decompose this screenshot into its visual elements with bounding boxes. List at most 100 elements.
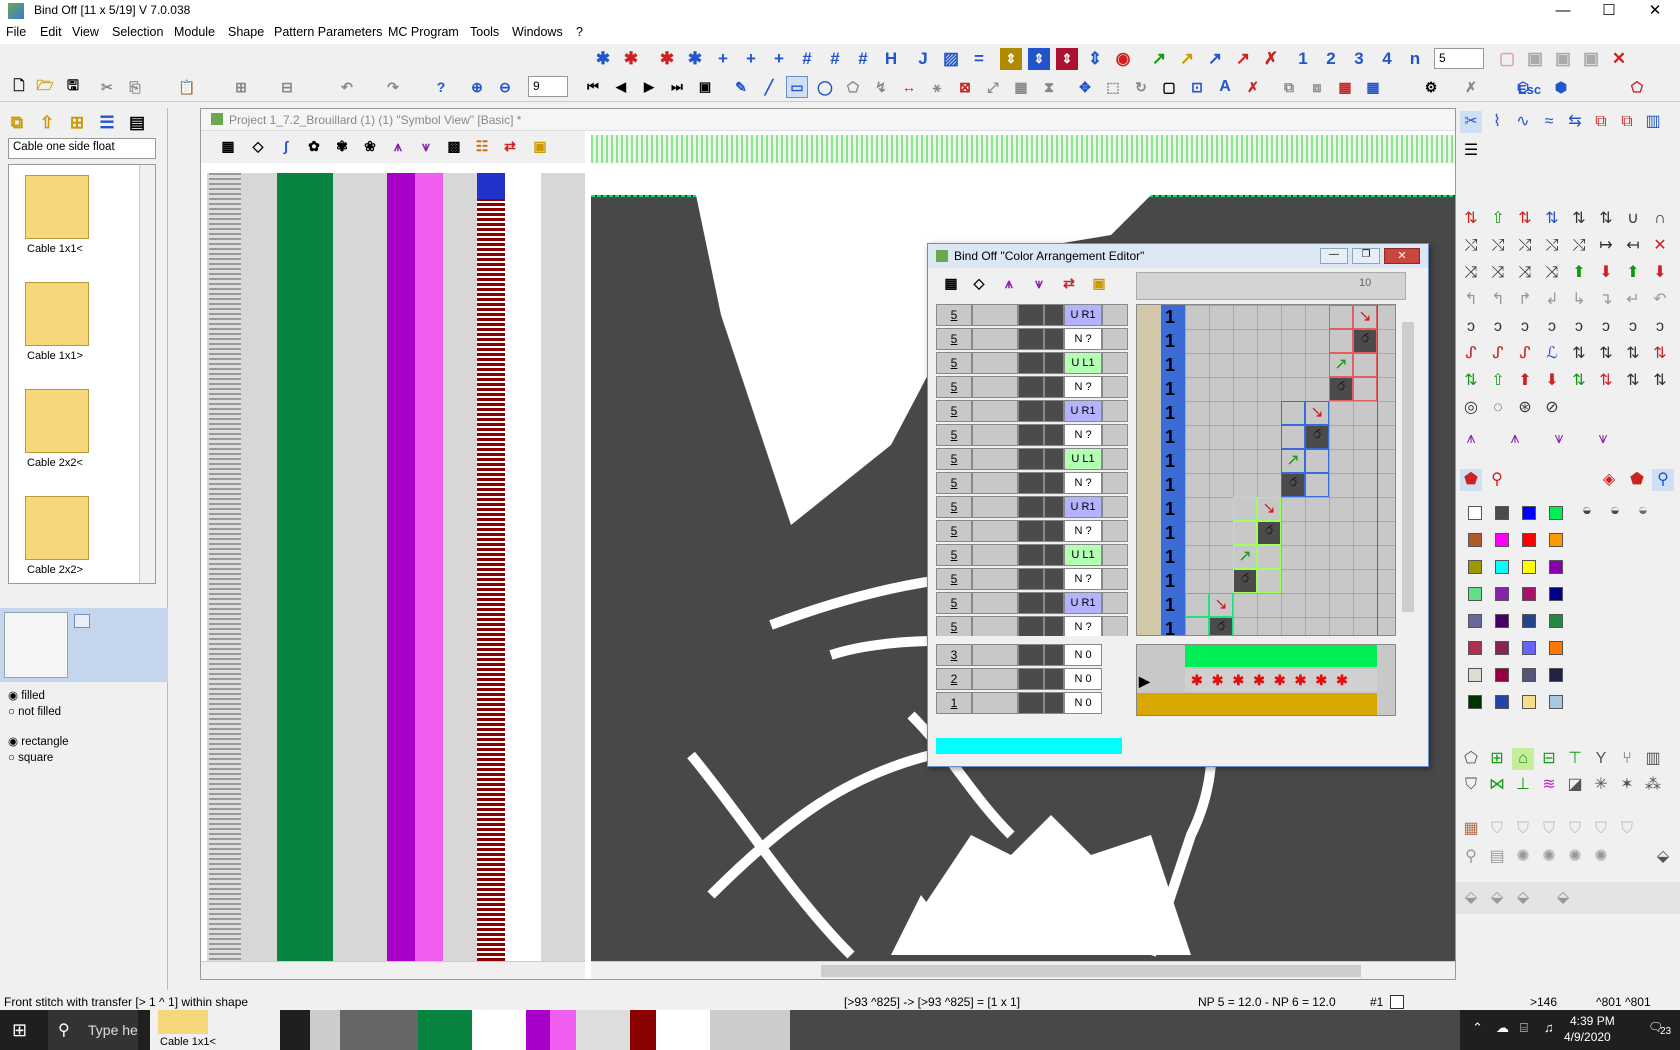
row-number[interactable]: 5 [936,592,972,614]
copy-frame-icon[interactable]: ⧉ [1278,76,1300,98]
paste-icon[interactable]: 📋 [176,76,198,98]
stitch-symbol-icon[interactable]: ⬆ [1622,262,1644,284]
row-type[interactable]: U L1 [1064,448,1102,470]
delete-x-icon[interactable]: ✗ [1242,76,1264,98]
vscroll-thumb[interactable] [1402,322,1414,612]
text-frame-icon[interactable]: ⊡ [1186,76,1208,98]
num-1-button[interactable]: 1 [1292,48,1314,70]
garment-7-icon[interactable]: ⚲ [1460,846,1482,868]
shape-stripes-icon[interactable]: ≋ [1538,774,1560,796]
dialog-grid[interactable]: 111111111111111↘ර↗ර↘ර↗ර↘ර↗ර↘ර↗ර [1136,304,1396,636]
row-type[interactable]: N ? [1064,472,1102,494]
row-type[interactable]: U L1 [1064,544,1102,566]
maximize-button[interactable]: ☐ [1586,0,1632,22]
fill-icon[interactable]: ⊠ [954,76,976,98]
yarn-icon[interactable]: ✿ [303,135,325,157]
row-type[interactable]: N ? [1064,424,1102,446]
stitch-symbol-icon[interactable]: ⬆ [1568,262,1590,284]
last-icon[interactable]: ⏭ [666,76,688,98]
row-number[interactable]: 5 [936,424,972,446]
tuck-icon[interactable]: ⩚ [387,135,409,157]
tuck-variant-4-icon[interactable]: ⩛ [1592,428,1614,450]
stitch-symbol-icon[interactable]: ↄ [1460,316,1482,338]
not-filled-radio[interactable]: ○ not filled [8,706,69,718]
polygon-icon[interactable]: ⬠ [842,76,864,98]
stitch-symbol-icon[interactable]: ⇅ [1649,370,1671,392]
stack-icon[interactable]: ⧈ [1306,76,1328,98]
color-swatch[interactable] [1495,614,1509,628]
color-swatch[interactable] [1495,668,1509,682]
stitch-symbol-icon[interactable]: ∩ [1649,208,1671,230]
garment-4-icon[interactable]: ⛉ [1564,818,1586,840]
menu-selection[interactable]: Selection [112,25,163,39]
shape-up-icon[interactable]: ⬢ [1550,76,1572,98]
shape-table-icon[interactable]: ⊤ [1564,748,1586,770]
move-red-icon[interactable]: ↗ [1232,48,1254,70]
row-type[interactable]: U R1 [1064,400,1102,422]
shape-star-icon[interactable]: ✳ [1590,774,1612,796]
tray-chevron-icon[interactable]: ⌃ [1472,1020,1483,1036]
color-swatch[interactable] [1468,641,1482,655]
dialog-bottom-rows[interactable]: 3 N 0 2 N 0 1 N 0 [928,644,1128,716]
machine-icon[interactable]: ▩ [443,135,465,157]
row-number[interactable]: 5 [936,376,972,398]
menu-edit[interactable]: Edit [40,25,62,39]
modules-up-icon[interactable]: ⇧ [36,112,58,134]
taskbar-module-preview[interactable]: Cable 1x1< [150,1010,280,1050]
color-swatch[interactable] [1549,614,1563,628]
target-icon[interactable]: ◉ [1112,48,1134,70]
undo-icon[interactable]: ↶ [336,76,358,98]
hatch-icon[interactable]: ▨ [940,48,962,70]
color-tree-icon[interactable]: ⚲ [1486,469,1508,491]
color-grid-icon[interactable]: ▣ [529,135,551,157]
arrows-vertical-icon[interactable]: ⇕ [1084,48,1106,70]
float-tool-icon[interactable]: ≈ [1538,111,1560,133]
row-type[interactable]: N ? [1064,520,1102,542]
stitch-symbol-icon[interactable]: ⇧ [1487,370,1509,392]
next-icon[interactable]: ▶ [638,76,660,98]
filled-radio[interactable]: ◉ filled [8,688,69,702]
h-icon[interactable]: H [880,48,902,70]
move-yellow-icon[interactable]: ↗ [1176,48,1198,70]
stitch-symbol-icon[interactable]: ℒ [1541,343,1563,365]
garment-3-icon[interactable]: ⛉ [1538,818,1560,840]
color-swatch[interactable] [1522,533,1536,547]
clock-date[interactable]: 4/9/2020 [1564,1030,1611,1044]
shape-bell-icon[interactable]: ⌂ [1512,748,1534,770]
stitch-symbol-icon[interactable]: ⇅ [1514,208,1536,230]
row-number[interactable]: 1 [936,692,972,714]
canvas-hscrollbar[interactable] [591,961,1455,979]
text-icon[interactable]: A [1214,76,1236,98]
color-swatch[interactable] [1495,560,1509,574]
knot-icon[interactable]: ❀ [359,135,381,157]
garment-13-icon[interactable]: ⬙ [1652,846,1674,868]
move-blue-icon[interactable]: ↗ [1204,48,1226,70]
plus-left-icon[interactable]: + [712,48,734,70]
stitch-symbol-icon[interactable]: ⇧ [1487,208,1509,230]
row-number[interactable]: 5 [936,520,972,542]
status-checkbox[interactable] [1390,995,1404,1009]
transfer-icon[interactable]: ⩛ [415,135,437,157]
extra-3-icon[interactable]: ⬙ [1512,887,1534,909]
menu-windows[interactable]: Windows [512,25,563,39]
zoom-out-icon[interactable]: ⊖ [494,76,516,98]
num-n-button[interactable]: n [1404,48,1426,70]
cut-icon[interactable]: ✂ [96,76,118,98]
dialog-bottom-grid[interactable]: ✱✱✱✱✱✱✱✱ ▶ [1136,644,1396,716]
stitch-symbol-icon[interactable]: ᔑ [1487,343,1509,365]
row-number[interactable]: 5 [936,448,972,470]
color-swatch[interactable] [1549,641,1563,655]
dialog-close-button[interactable]: ✕ [1384,248,1420,264]
cable-tool-icon[interactable]: ⌇ [1486,111,1508,133]
color-grid-icon[interactable]: ▣ [1088,272,1110,294]
stitch-symbol-icon[interactable]: ⊘ [1541,397,1563,419]
resize-icon[interactable]: ⤢ [982,76,1004,98]
extra-1-icon[interactable]: ⬙ [1460,887,1482,909]
stitch-symbol-icon[interactable]: ⤭ [1568,235,1590,257]
scissors-icon[interactable]: ✂ [1460,111,1482,133]
stitch-symbol-icon[interactable]: ᔑ [1514,343,1536,365]
module-cable-1x1-right[interactable] [25,282,89,346]
settings-gear-icon[interactable]: ⚙ [1420,76,1442,98]
stop-icon[interactable]: ▣ [694,76,716,98]
color-swatch[interactable] [1468,506,1482,520]
